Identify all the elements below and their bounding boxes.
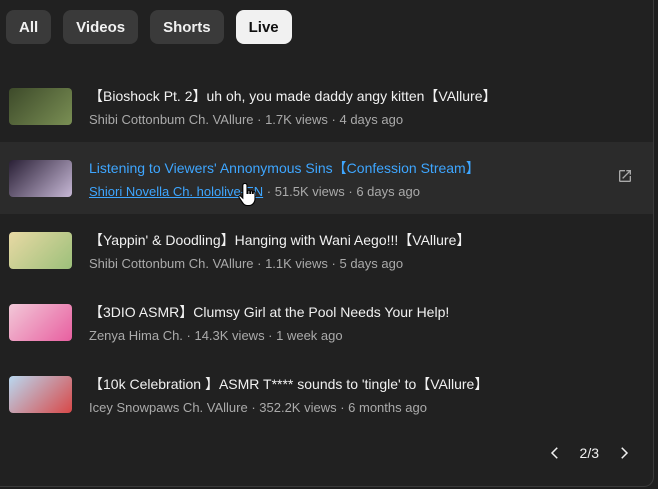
video-title[interactable]: 【Bioshock Pt. 2】uh oh, you made daddy an… xyxy=(89,86,497,106)
video-meta: Icey Snowpaws Ch. VAllure · 352.2K views… xyxy=(89,400,488,415)
channel-videos-panel: All Videos Shorts Live 【Bioshock Pt. 2】u… xyxy=(0,0,654,487)
hand-pointer-cursor xyxy=(238,182,256,207)
video-row[interactable]: 【Bioshock Pt. 2】uh oh, you made daddy an… xyxy=(0,70,653,142)
channel-link[interactable]: Shibi Cottonbum Ch. VAllure xyxy=(89,256,254,271)
video-stats: · 1.7K views · 4 days ago xyxy=(253,111,404,127)
video-row[interactable]: 【Yappin' & Doodling】Hanging with Wani Ae… xyxy=(0,214,653,286)
video-thumbnail[interactable] xyxy=(9,303,72,341)
video-title[interactable]: Listening to Viewers' Annonymous Sins【Co… xyxy=(89,158,480,178)
chip-all[interactable]: All xyxy=(6,10,52,44)
pagination: 2/3 xyxy=(546,444,633,462)
chip-live[interactable]: Live xyxy=(235,10,292,44)
video-stats: · 14.3K views · 1 week ago xyxy=(182,327,343,343)
video-meta: Zenya Hima Ch. · 14.3K views · 1 week ag… xyxy=(89,328,449,343)
open-in-new-icon[interactable] xyxy=(617,168,633,184)
chevron-left-icon[interactable] xyxy=(546,444,564,462)
video-row[interactable]: 【10k Celebration 】ASMR T**** sounds to '… xyxy=(0,358,653,430)
video-thumbnail[interactable] xyxy=(9,231,72,269)
channel-link[interactable]: Zenya Hima Ch. xyxy=(89,328,183,343)
chevron-right-icon[interactable] xyxy=(615,444,633,462)
filter-chips: All Videos Shorts Live xyxy=(6,10,292,44)
video-thumbnail[interactable] xyxy=(9,375,72,413)
video-meta: Shiori Novella Ch. hololive-EN · 51.5K v… xyxy=(89,184,480,199)
video-thumbnail[interactable] xyxy=(9,159,72,197)
video-meta: Shibi Cottonbum Ch. VAllure · 1.1K views… xyxy=(89,256,470,271)
video-thumbnail[interactable] xyxy=(9,87,72,125)
video-stats: · 352.2K views · 6 months ago xyxy=(247,399,427,415)
video-row[interactable]: 【3DIO ASMR】Clumsy Girl at the Pool Needs… xyxy=(0,286,653,358)
channel-link[interactable]: Icey Snowpaws Ch. VAllure xyxy=(89,400,248,415)
chip-shorts[interactable]: Shorts xyxy=(150,10,224,44)
video-title[interactable]: 【Yappin' & Doodling】Hanging with Wani Ae… xyxy=(89,230,470,250)
video-title[interactable]: 【3DIO ASMR】Clumsy Girl at the Pool Needs… xyxy=(89,302,449,322)
video-meta: Shibi Cottonbum Ch. VAllure · 1.7K views… xyxy=(89,112,497,127)
page-indicator: 2/3 xyxy=(579,445,599,461)
channel-link[interactable]: Shibi Cottonbum Ch. VAllure xyxy=(89,112,254,127)
video-list: 【Bioshock Pt. 2】uh oh, you made daddy an… xyxy=(0,70,653,430)
video-stats: · 51.5K views · 6 days ago xyxy=(263,183,420,199)
video-row[interactable]: Listening to Viewers' Annonymous Sins【Co… xyxy=(0,142,653,214)
chip-videos[interactable]: Videos xyxy=(63,10,139,44)
video-title[interactable]: 【10k Celebration 】ASMR T**** sounds to '… xyxy=(89,374,488,394)
video-stats: · 1.1K views · 5 days ago xyxy=(253,255,404,271)
